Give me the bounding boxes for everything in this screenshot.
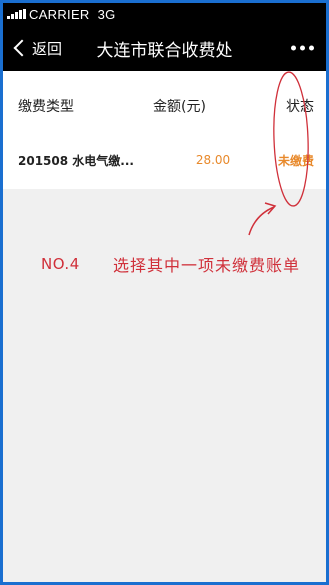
back-button[interactable]: 返回	[3, 25, 62, 71]
step-label: NO.4	[41, 255, 80, 273]
header-status: 状态	[286, 99, 314, 115]
more-icon[interactable]	[291, 45, 314, 51]
table-header: 缴费类型 金额(元) 状态	[3, 71, 326, 141]
arrow-icon	[248, 206, 275, 236]
signal-icon	[7, 9, 26, 19]
row-status: 未缴费	[277, 153, 314, 168]
back-chevron-icon	[13, 39, 31, 57]
status-bar: CARRIER 3G	[3, 3, 326, 25]
instruction-text: 选择其中一项未缴费账单	[113, 256, 301, 275]
phone-screen: CARRIER 3G 返回 大连市联合收费处 缴费类型 金额(元) 状态 201…	[3, 3, 326, 582]
header-amount: 金额(元)	[153, 99, 206, 115]
header-type: 缴费类型	[18, 99, 74, 115]
bill-table: 缴费类型 金额(元) 状态 201508 水电气缴... 28.00 未缴费	[3, 71, 326, 189]
row-type: 201508 水电气缴...	[18, 153, 134, 168]
network-type: 3G	[97, 6, 116, 22]
carrier-name: CARRIER	[29, 6, 90, 22]
row-amount: 28.00	[195, 153, 231, 167]
nav-bar: 返回 大连市联合收费处	[3, 25, 326, 71]
table-row[interactable]: 201508 水电气缴... 28.00 未缴费	[3, 141, 326, 189]
back-label: 返回	[32, 39, 63, 58]
